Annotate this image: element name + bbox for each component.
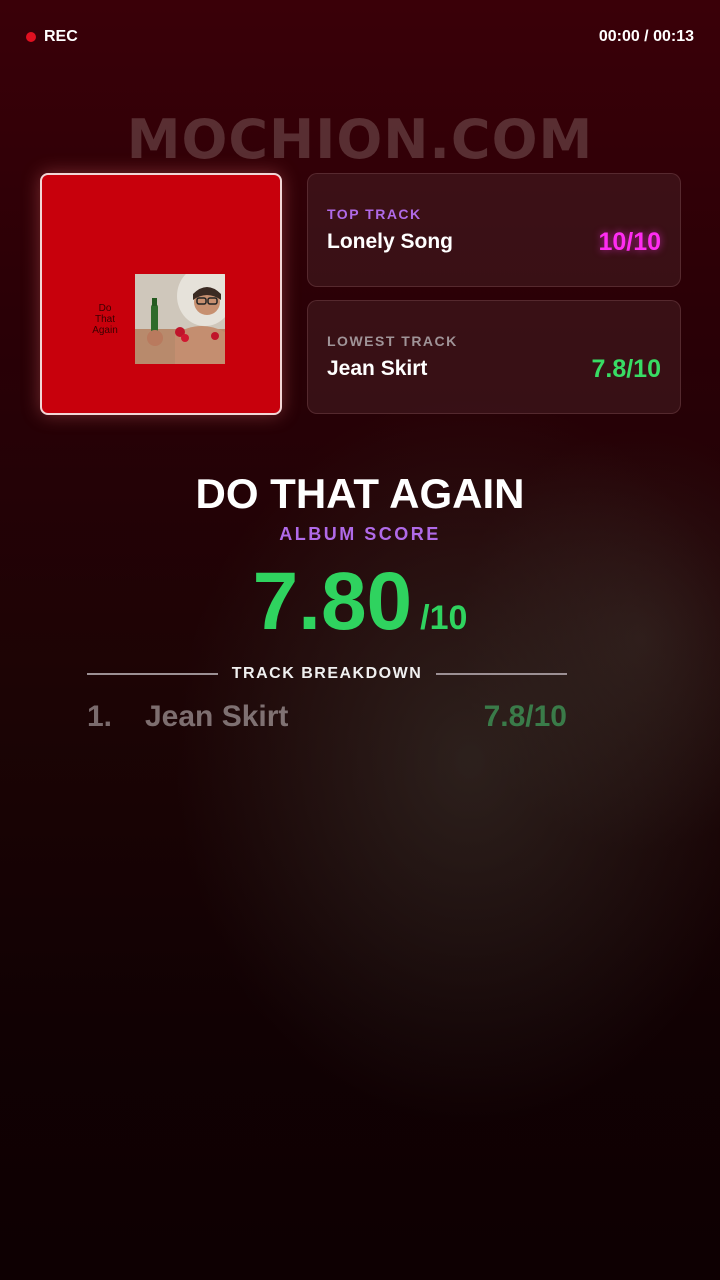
watermark: MOCHION.COM bbox=[126, 108, 594, 171]
cover-title-line: That bbox=[94, 314, 115, 325]
track-breakdown-label: TRACK BREAKDOWN bbox=[231, 665, 423, 682]
album-score-denominator: /10 bbox=[420, 599, 468, 637]
top-track-card: TOP TRACK Lonely Song 10/10 bbox=[307, 173, 681, 287]
album-cover: Do That Again bbox=[40, 173, 282, 415]
album-title: DO THAT AGAIN bbox=[195, 470, 525, 517]
divider-line bbox=[87, 673, 218, 675]
track-row: 1. Jean Skirt 7.8/10 bbox=[87, 700, 567, 740]
recording-timer: 00:00 / 00:13 bbox=[598, 28, 694, 45]
track-name: Jean Skirt bbox=[145, 700, 289, 733]
cover-title-line: Again bbox=[92, 325, 118, 336]
cover-photo-illustration bbox=[135, 274, 225, 364]
recording-bar: REC 00:00 / 00:13 bbox=[26, 22, 694, 52]
divider-line bbox=[436, 673, 568, 675]
cover-title: Do That Again bbox=[85, 303, 125, 336]
top-track-title: Lonely Song bbox=[327, 230, 453, 253]
album-score-value: 7.80 bbox=[252, 556, 413, 647]
lowest-track-card: LOWEST TRACK Jean Skirt 7.8/10 bbox=[307, 300, 681, 414]
record-dot-icon bbox=[26, 32, 36, 42]
cover-title-line: Do bbox=[98, 303, 112, 314]
top-track-label: TOP TRACK bbox=[327, 206, 422, 222]
top-track-score: 10/10 bbox=[598, 228, 661, 256]
cover-photo bbox=[135, 274, 225, 364]
recording-indicator: REC bbox=[26, 28, 78, 46]
album-score: 7.80 /10 bbox=[0, 555, 720, 649]
lowest-track-label: LOWEST TRACK bbox=[327, 333, 458, 349]
track-score: 7.8/10 bbox=[483, 700, 567, 733]
lowest-track-title: Jean Skirt bbox=[327, 357, 428, 380]
album-score-label: ALBUM SCORE bbox=[279, 524, 441, 544]
lowest-track-score: 7.8/10 bbox=[591, 355, 661, 383]
recording-label: REC bbox=[44, 28, 78, 45]
track-number: 1. bbox=[87, 700, 113, 733]
track-breakdown-header: TRACK BREAKDOWN bbox=[87, 662, 568, 686]
